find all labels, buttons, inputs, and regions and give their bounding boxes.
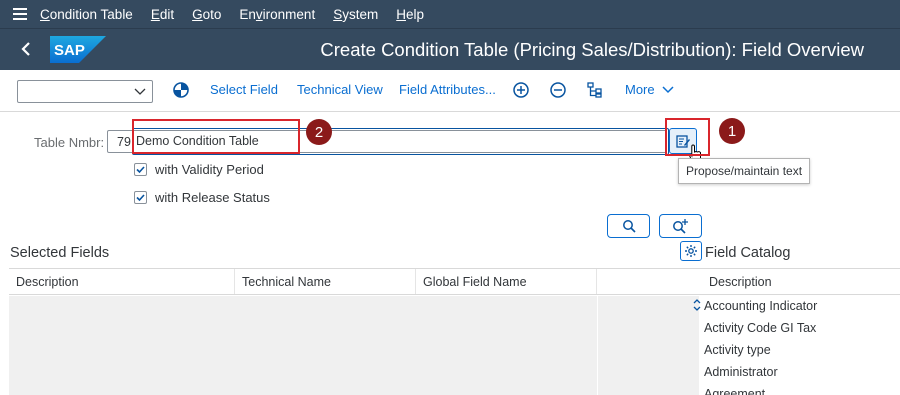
hamburger-menu-icon[interactable] <box>0 0 40 28</box>
sap-logo: SAP <box>50 36 106 63</box>
add-circle-icon[interactable] <box>512 81 530 99</box>
with-validity-period-checkbox[interactable]: with Validity Period <box>134 162 264 177</box>
menu-help[interactable]: Help <box>396 7 424 22</box>
sort-arrows-icon[interactable] <box>693 298 701 312</box>
catalog-item[interactable]: Agreement <box>704 387 765 395</box>
catalog-item[interactable]: Activity type <box>704 343 771 357</box>
technical-view-button[interactable]: Technical View <box>297 82 383 97</box>
hierarchy-icon[interactable] <box>586 81 604 99</box>
select-field-button[interactable]: Select Field <box>210 82 278 97</box>
settings-button[interactable] <box>680 241 702 261</box>
menu-condition-table[interactable]: Condition Table <box>40 7 133 22</box>
selected-fields-header: Description Technical Name Global Field … <box>9 268 699 295</box>
with-release-status-label: with Release Status <box>155 190 270 205</box>
field-catalog-title: Field Catalog <box>705 245 791 261</box>
step-marker-1: 1 <box>719 118 745 144</box>
column-header-description[interactable]: Description <box>9 269 235 294</box>
search-icon <box>622 220 636 233</box>
catalog-column-header-description[interactable]: Description <box>699 268 900 295</box>
tooltip: Propose/maintain text <box>678 158 810 184</box>
step-marker-2: 2 <box>306 119 332 145</box>
svg-text:SAP: SAP <box>54 42 85 59</box>
field-attributes-button[interactable]: Field Attributes... <box>399 82 496 97</box>
column-divider <box>597 296 598 395</box>
gear-icon <box>685 245 697 257</box>
menu-goto[interactable]: Goto <box>192 7 221 22</box>
chevron-down-icon <box>662 86 674 94</box>
with-release-status-checkbox[interactable]: with Release Status <box>134 190 270 205</box>
title-bar: SAP Create Condition Table (Pricing Sale… <box>0 28 900 70</box>
menu-edit[interactable]: Edit <box>151 7 174 22</box>
menu-system[interactable]: System <box>333 7 378 22</box>
catalog-item[interactable]: Accounting Indicator <box>704 299 817 313</box>
search-button[interactable] <box>607 214 650 238</box>
checkbox-checked-icon <box>134 163 147 176</box>
remove-circle-icon[interactable] <box>549 81 567 99</box>
highlight-box-1 <box>665 118 710 156</box>
catalog-item[interactable]: Activity Code GI Tax <box>704 321 816 335</box>
column-header-global-field-name[interactable]: Global Field Name <box>416 269 597 294</box>
search-plus-icon <box>672 219 688 234</box>
display-icon[interactable] <box>172 81 190 99</box>
checkbox-checked-icon <box>134 191 147 204</box>
column-header-extra <box>597 269 699 294</box>
with-validity-period-label: with Validity Period <box>155 162 264 177</box>
selected-fields-title: Selected Fields <box>10 245 110 261</box>
menu-environment[interactable]: Environment <box>239 7 315 22</box>
page-title: Create Condition Table (Pricing Sales/Di… <box>320 39 864 60</box>
selected-fields-table[interactable] <box>9 296 699 395</box>
chevron-left-icon <box>21 42 30 56</box>
menu-bar: Condition Table Edit Goto Environment Sy… <box>0 0 900 28</box>
table-nmbr-prefix: 79 <box>117 135 131 149</box>
more-button[interactable]: More <box>625 82 674 97</box>
highlight-box-2 <box>132 119 300 154</box>
catalog-item[interactable]: Administrator <box>704 365 778 379</box>
back-button[interactable] <box>14 37 38 61</box>
column-header-technical-name[interactable]: Technical Name <box>235 269 416 294</box>
search-more-button[interactable] <box>659 214 702 238</box>
chevron-down-icon <box>134 88 146 95</box>
table-nmbr-label: Table Nmbr: <box>34 135 105 150</box>
toolbar-select[interactable] <box>17 80 153 103</box>
more-label: More <box>625 82 655 97</box>
toolbar: Select Field Technical View Field Attrib… <box>0 70 900 112</box>
